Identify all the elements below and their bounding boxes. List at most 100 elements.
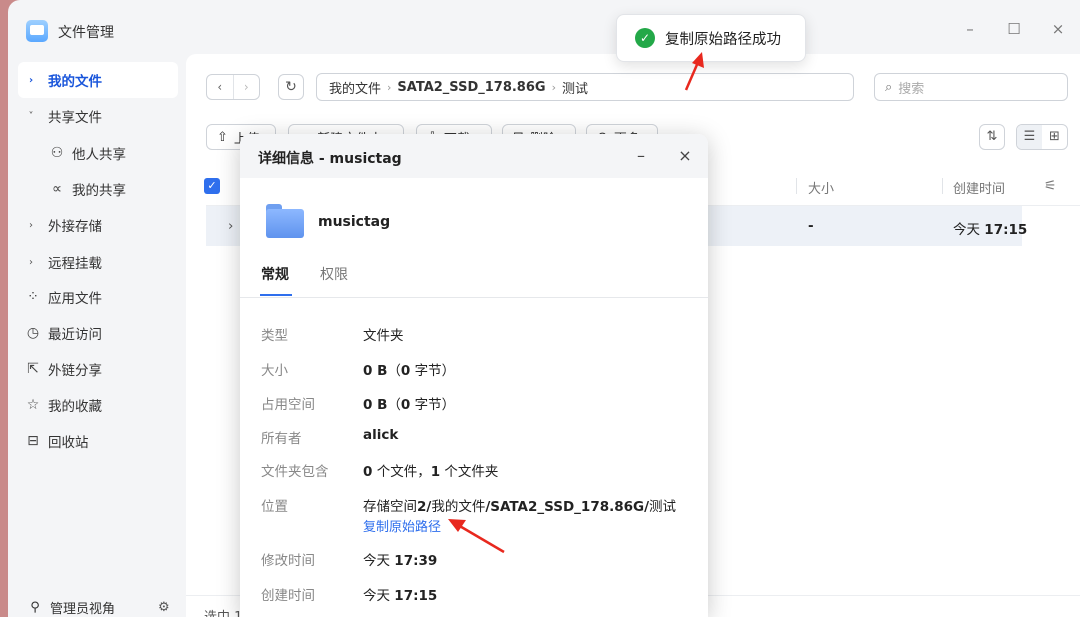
sidebar-item-label: 他人共享 — [72, 147, 126, 163]
used-paren: （ — [387, 397, 401, 413]
history-nav: ‹ › — [206, 74, 260, 100]
sidebar-item-link-shares[interactable]: ⇱ 外链分享 — [18, 351, 178, 387]
back-button[interactable]: ‹ — [207, 75, 233, 99]
row-created-day: 今天 — [953, 222, 980, 238]
size-unit: 字节） — [410, 363, 456, 379]
list-view-icon[interactable]: ☰ — [1017, 125, 1042, 149]
refresh-button[interactable]: ↻ — [278, 74, 304, 100]
forward-button[interactable]: › — [232, 75, 260, 99]
location-part: 2/ — [417, 499, 432, 515]
column-settings-icon[interactable]: ⚟ — [1044, 178, 1057, 194]
tab-permissions[interactable]: 权限 — [320, 264, 348, 284]
copy-original-path-link[interactable]: 复制原始路径 — [363, 516, 441, 535]
search-input[interactable]: ⌕ 搜索 — [874, 73, 1068, 101]
sidebar-item-remote-mount[interactable]: › 远程挂载 — [18, 244, 178, 280]
grid-view-icon[interactable]: ⊞ — [1042, 125, 1067, 149]
title-bar: 文件管理 – ☐ × — [8, 0, 1080, 58]
column-header-size[interactable]: 大小 — [808, 178, 834, 197]
size-paren: （ — [387, 363, 401, 379]
gear-icon[interactable]: ⚙ — [158, 600, 170, 615]
chevron-right-icon: › — [29, 256, 33, 268]
prop-created-label: 创建时间 — [261, 588, 315, 604]
sidebar-item-recycle-bin[interactable]: ⊟ 回收站 — [18, 423, 178, 459]
minimize-button[interactable]: – — [960, 20, 980, 38]
size-count: 0 — [400, 363, 411, 379]
sidebar-item-label: 外接存储 — [48, 219, 102, 235]
location-part: 测试 — [649, 499, 677, 515]
dialog-close-button[interactable]: × — [676, 146, 694, 165]
breadcrumb-item[interactable]: 我的文件 — [329, 78, 381, 97]
view-toggle: ☰ ⊞ — [1016, 124, 1068, 150]
prop-owner-label: 所有者 — [261, 431, 302, 447]
tab-general[interactable]: 常规 — [261, 264, 289, 284]
sidebar-item-label: 共享文件 — [48, 110, 102, 126]
refresh-icon: ↻ — [285, 79, 297, 95]
prop-location-value: 存储空间2/我的文件/SATA2_SSD_178.86G/测试 — [363, 495, 676, 515]
sidebar-item-external-storage[interactable]: › 外接存储 — [18, 207, 178, 243]
dialog-minimize-button[interactable]: – — [632, 146, 650, 165]
chevron-down-icon: ˅ — [28, 110, 34, 122]
row-size: - — [808, 218, 814, 234]
expand-chevron-icon[interactable]: › — [228, 218, 233, 234]
row-created-time: 17:15 — [984, 222, 1028, 238]
sidebar-item-recent[interactable]: ◷ 最近访问 — [18, 315, 178, 351]
prop-used-label: 占用空间 — [261, 397, 315, 413]
search-icon: ⌕ — [885, 79, 893, 95]
prop-owner-value: alick — [363, 427, 399, 443]
trash-icon: ⊟ — [27, 433, 39, 449]
size-bytes-value: 0 B — [363, 363, 388, 379]
prop-modified-value: 今天 17:39 — [363, 549, 437, 569]
upload-icon: ⇧ — [217, 129, 228, 145]
selection-count: 选中 1 — [204, 606, 242, 617]
folder-icon — [266, 204, 304, 238]
prop-location-label: 位置 — [261, 499, 288, 515]
star-icon: ☆ — [26, 397, 40, 413]
file-count: 0 — [363, 464, 373, 480]
check-circle-icon: ✓ — [635, 28, 655, 48]
sidebar-item-shared-with-me[interactable]: ⚇ 他人共享 — [18, 135, 178, 171]
sidebar-item-label: 最近访问 — [48, 327, 102, 343]
app-title: 文件管理 — [58, 25, 114, 41]
location-part: 我的文件 — [431, 499, 486, 515]
file-count-unit: 个文件， — [372, 464, 431, 480]
sidebar-item-app-files[interactable]: ⁘ 应用文件 — [18, 279, 178, 315]
admin-view-toggle[interactable]: ⚲ 管理员视角 ⚙ — [18, 598, 178, 617]
maximize-button[interactable]: ☐ — [1004, 20, 1024, 38]
modified-day: 今天 — [363, 553, 395, 569]
column-header-created[interactable]: 创建时间 — [953, 178, 1005, 197]
share-icon: ∝ — [51, 181, 62, 197]
breadcrumb-item[interactable]: 测试 — [562, 78, 588, 97]
people-icon: ⚇ — [50, 145, 64, 161]
created-day: 今天 — [363, 588, 395, 604]
sidebar-item-label: 我的收藏 — [48, 399, 102, 415]
sidebar-item-my-files[interactable]: › 我的文件 — [18, 62, 178, 98]
sort-icon: ⇅ — [986, 129, 998, 144]
sort-button[interactable]: ⇅ — [979, 124, 1005, 150]
sidebar: › 我的文件 ˅ 共享文件 ⚇ 他人共享 ∝ 我的共享 › 外接存储 › 远程挂… — [8, 58, 186, 617]
sidebar-item-favorites[interactable]: ☆ 我的收藏 — [18, 387, 178, 423]
sidebar-item-label: 我的共享 — [72, 183, 126, 199]
close-button[interactable]: × — [1048, 20, 1068, 38]
sidebar-item-label: 外链分享 — [48, 363, 102, 379]
sidebar-item-label: 我的文件 — [48, 74, 102, 90]
prop-type-value: 文件夹 — [363, 328, 404, 344]
sidebar-item-my-shares[interactable]: ∝ 我的共享 — [18, 171, 178, 207]
file-manager-app-icon — [26, 20, 48, 42]
sidebar-item-shared-files[interactable]: ˅ 共享文件 — [18, 98, 178, 134]
breadcrumb: 我的文件 › SATA2_SSD_178.86G › 测试 — [316, 73, 854, 101]
prop-size-value: 0 B（0 字节） — [363, 359, 455, 379]
chevron-right-icon: › — [28, 74, 34, 86]
dialog-title: 详细信息 - musictag — [258, 151, 402, 167]
tab-divider — [240, 297, 708, 298]
created-time: 17:15 — [394, 588, 438, 604]
prop-type-label: 类型 — [261, 328, 288, 344]
select-all-checkbox[interactable]: ✓ — [204, 178, 220, 194]
toast-message: 复制原始路径成功 — [665, 31, 781, 48]
success-toast: ✓ 复制原始路径成功 — [616, 14, 806, 62]
sidebar-item-label: 回收站 — [48, 435, 89, 451]
breadcrumb-item[interactable]: SATA2_SSD_178.86G — [397, 80, 545, 95]
folder-name: musictag — [318, 214, 391, 230]
used-unit: 字节） — [410, 397, 456, 413]
prop-created-value: 今天 17:15 — [363, 584, 437, 604]
dialog-header: 详细信息 - musictag – × — [240, 134, 708, 178]
